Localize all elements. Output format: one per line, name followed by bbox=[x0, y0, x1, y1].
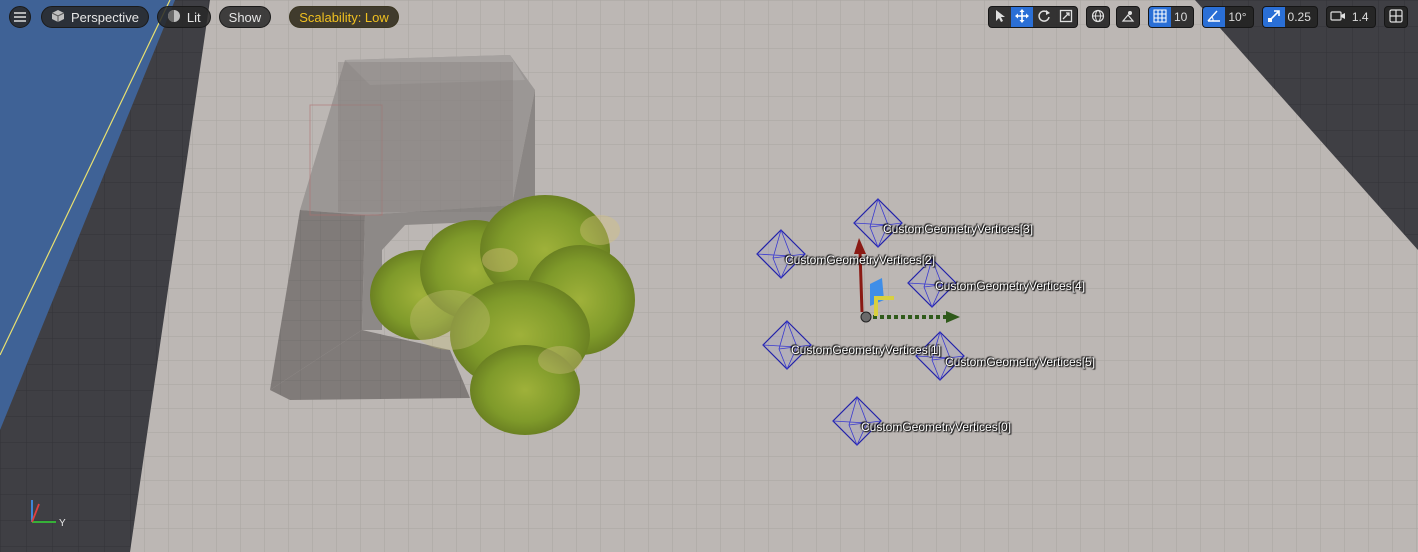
coordinate-space-button[interactable] bbox=[1086, 6, 1110, 28]
lit-label: Lit bbox=[186, 9, 201, 25]
viewport-scene[interactable] bbox=[0, 0, 1418, 552]
vertex-label-5[interactable]: CustomGeometryVertices[5] bbox=[945, 355, 1095, 369]
cursor-icon bbox=[994, 9, 1006, 26]
viewport-toolbar-left: Perspective Lit Show Scalability: Low bbox=[9, 5, 399, 29]
surface-snap-icon bbox=[1121, 9, 1135, 26]
camera-speed-value[interactable]: 1.4 bbox=[1349, 10, 1375, 24]
world-space-button[interactable] bbox=[1087, 7, 1109, 27]
rotation-snap-toggle[interactable] bbox=[1203, 7, 1226, 27]
vertex-label-2[interactable]: CustomGeometryVertices[2] bbox=[785, 253, 935, 267]
vertex-label-0[interactable]: CustomGeometryVertices[0] bbox=[861, 420, 1011, 434]
perspective-button[interactable]: Perspective bbox=[41, 6, 149, 28]
scalability-button[interactable]: Scalability: Low bbox=[289, 6, 399, 28]
surface-snap-button[interactable] bbox=[1116, 6, 1140, 28]
scale-snap-value[interactable]: 0.25 bbox=[1285, 10, 1317, 24]
select-mode-button[interactable] bbox=[989, 7, 1011, 27]
viewport-menu-button[interactable] bbox=[9, 6, 31, 28]
viewport-toolbar-right: 10 10° 0.25 1.4 bbox=[988, 5, 1408, 29]
axis-y-label: Y bbox=[59, 518, 66, 529]
scale-snap-toggle[interactable] bbox=[1262, 7, 1285, 27]
level-viewport[interactable]: CustomGeometryVertices[0] CustomGeometry… bbox=[0, 0, 1418, 552]
axis-indicator: Y bbox=[31, 500, 66, 529]
rotate-mode-button[interactable] bbox=[1033, 7, 1055, 27]
scale-snap-group[interactable]: 0.25 bbox=[1261, 6, 1318, 28]
camera-icon bbox=[1330, 10, 1346, 25]
rotate-icon bbox=[1037, 9, 1051, 26]
globe-icon bbox=[1091, 9, 1105, 26]
layout-grid-icon bbox=[1388, 8, 1403, 26]
show-label: Show bbox=[228, 9, 262, 25]
angle-icon bbox=[1207, 9, 1221, 26]
vertex-label-1[interactable]: CustomGeometryVertices[1] bbox=[791, 343, 941, 357]
grid-snap-value[interactable]: 10 bbox=[1171, 10, 1193, 24]
grid-snap-toggle[interactable] bbox=[1149, 7, 1171, 27]
layout-toggle[interactable] bbox=[1385, 7, 1407, 27]
hamburger-icon bbox=[14, 10, 26, 25]
show-button[interactable]: Show bbox=[218, 6, 272, 28]
transform-mode-group bbox=[988, 6, 1078, 28]
camera-speed-group[interactable]: 1.4 bbox=[1325, 6, 1376, 28]
translate-mode-button[interactable] bbox=[1011, 7, 1033, 27]
scale-snap-icon bbox=[1267, 9, 1281, 26]
move-icon bbox=[1015, 8, 1029, 26]
cube-icon bbox=[51, 9, 65, 26]
lit-button[interactable]: Lit bbox=[156, 6, 211, 28]
camera-speed-button[interactable] bbox=[1327, 7, 1349, 27]
surface-snap-toggle[interactable] bbox=[1117, 7, 1139, 27]
scale-mode-button[interactable] bbox=[1055, 7, 1077, 27]
vertex-label-4[interactable]: CustomGeometryVertices[4] bbox=[935, 279, 1085, 293]
scalability-label: Scalability: Low bbox=[299, 9, 389, 25]
grid-icon bbox=[1153, 8, 1167, 26]
grid-snap-group[interactable]: 10 bbox=[1148, 6, 1195, 28]
lighting-icon bbox=[167, 9, 181, 26]
scale-icon bbox=[1059, 9, 1073, 26]
perspective-label: Perspective bbox=[71, 9, 139, 25]
rotation-snap-group[interactable]: 10° bbox=[1202, 6, 1254, 28]
vertex-label-3[interactable]: CustomGeometryVertices[3] bbox=[883, 222, 1033, 236]
rotation-snap-value[interactable]: 10° bbox=[1225, 10, 1252, 24]
viewport-layout-button[interactable] bbox=[1383, 6, 1408, 28]
